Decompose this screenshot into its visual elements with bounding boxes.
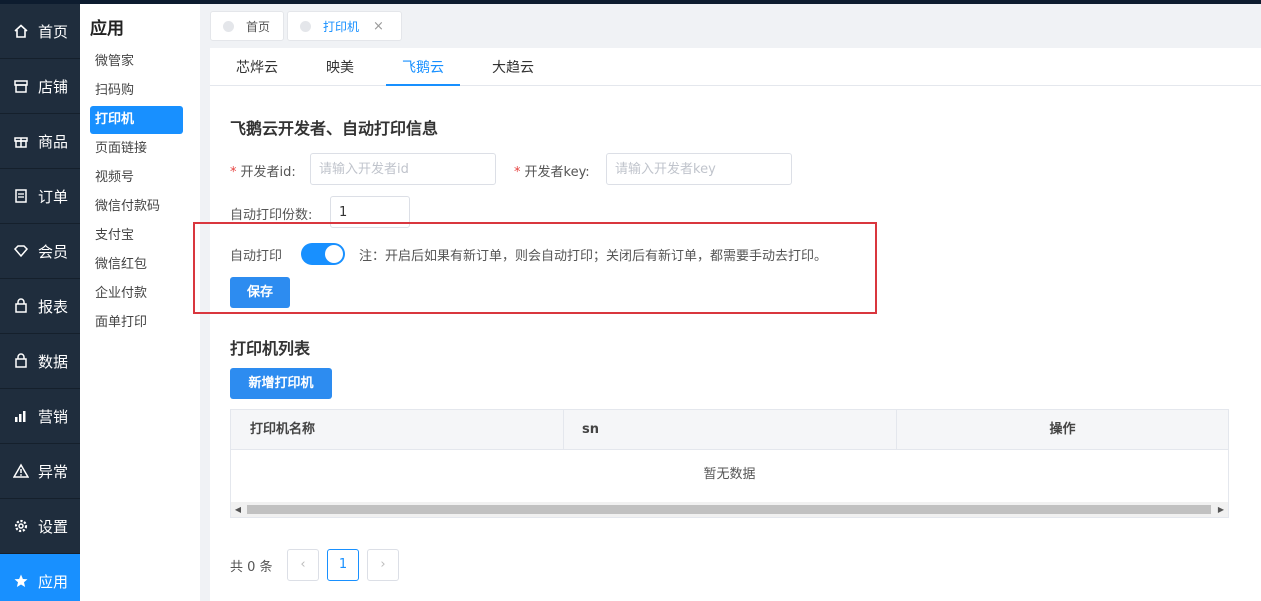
form-title: 飞鹅云开发者、自动打印信息 [230, 119, 439, 138]
page-tab-label: 打印机 [323, 19, 360, 34]
diamond-icon [12, 242, 30, 260]
copies-label: 自动打印份数: [230, 208, 313, 223]
col-actions: 操作 [1049, 422, 1076, 437]
nav-label: 店铺 [38, 77, 69, 96]
page-tab-label: 首页 [246, 19, 271, 34]
scrollbar-thumb[interactable] [247, 505, 1211, 514]
lock-bag-icon [12, 352, 30, 370]
nav-item-exception[interactable]: 异常 [0, 444, 80, 499]
page-1-button[interactable]: 1 [327, 549, 359, 581]
add-printer-button[interactable]: 新增打印机 [230, 368, 332, 399]
horizontal-scrollbar[interactable]: ◀ ▶ [231, 502, 1228, 517]
nav-item-report[interactable]: 报表 [0, 279, 80, 334]
nav-item-home[interactable]: 首页 [0, 4, 80, 59]
tab-yingmei[interactable]: 映美 [310, 48, 370, 86]
nav-item-member[interactable]: 会员 [0, 224, 80, 279]
page-tab-home[interactable]: 首页 [210, 11, 284, 41]
nav-item-order[interactable]: 订单 [0, 169, 80, 224]
tab-xinye[interactable]: 芯烨云 [224, 48, 290, 86]
subnav-item-active[interactable]: 打印机 [90, 106, 183, 134]
required-mark: * [514, 165, 521, 180]
store-icon [12, 77, 30, 95]
required-mark: * [230, 165, 237, 180]
nav-label: 设置 [38, 517, 69, 536]
nav-item-goods[interactable]: 商品 [0, 114, 80, 169]
nav-label: 首页 [38, 22, 69, 41]
gear-icon [12, 517, 30, 535]
prev-page-button[interactable]: ‹ [287, 549, 319, 581]
nav-label: 异常 [38, 462, 69, 481]
subnav-item[interactable]: 企业付款 [90, 280, 183, 308]
dev-id-label: * 开发者id: [230, 161, 296, 180]
main-nav: 首页 店铺 商品 订单 会员 报表 数据 营销 异常 设置 应用 [0, 4, 80, 601]
subnav-item[interactable]: 支付宝 [90, 222, 183, 250]
order-icon [12, 187, 30, 205]
printer-list-title: 打印机列表 [230, 339, 311, 358]
nav-item-marketing[interactable]: 营销 [0, 389, 80, 444]
page-tab-printer[interactable]: 打印机 × [287, 11, 402, 41]
subnav-item[interactable]: 页面链接 [90, 135, 183, 163]
subnav-item[interactable]: 微信红包 [90, 251, 183, 279]
pager-total: 共 0 条 [230, 560, 273, 575]
bar-chart-icon [12, 407, 30, 425]
dev-id-input[interactable] [310, 153, 496, 185]
nav-label: 订单 [38, 187, 69, 206]
col-printer-name: 打印机名称 [231, 410, 564, 450]
nav-label: 应用 [38, 572, 69, 591]
scroll-left-icon[interactable]: ◀ [231, 502, 245, 517]
table-header: 打印机名称 sn 操作 [231, 410, 1228, 450]
page-tabs-bar: 首页 打印机 × [200, 4, 1261, 48]
tab-feie[interactable]: 飞鹅云 [386, 48, 460, 86]
next-page-button[interactable]: › [367, 549, 399, 581]
nav-item-apps[interactable]: 应用 [0, 554, 80, 601]
subnav-item[interactable]: 微信付款码 [90, 193, 183, 221]
close-icon[interactable]: × [373, 19, 384, 34]
scroll-right-icon[interactable]: ▶ [1214, 502, 1228, 517]
nav-label: 营销 [38, 407, 69, 426]
empty-text: 暂无数据 [703, 467, 756, 482]
sub-nav: 应用 微管家 扫码购 打印机 页面链接 视频号 微信付款码 支付宝 微信红包 企… [80, 4, 200, 601]
nav-item-data[interactable]: 数据 [0, 334, 80, 389]
nav-label: 数据 [38, 352, 69, 371]
gift-icon [12, 132, 30, 150]
subnav-item[interactable]: 扫码购 [90, 77, 183, 105]
nav-item-store[interactable]: 店铺 [0, 59, 80, 114]
subnav-item[interactable]: 视频号 [90, 164, 183, 192]
subnav-item[interactable]: 微管家 [90, 48, 183, 76]
nav-item-settings[interactable]: 设置 [0, 499, 80, 554]
col-sn: sn [564, 410, 897, 450]
lock-bag-icon [12, 297, 30, 315]
dev-id-label-text: 开发者id: [240, 165, 296, 180]
nav-label: 报表 [38, 297, 69, 316]
nav-label: 商品 [38, 132, 69, 151]
highlight-box [193, 222, 877, 314]
warning-icon [12, 462, 30, 480]
tab-dot-icon [223, 20, 234, 32]
dev-key-label-text: 开发者key: [524, 165, 590, 180]
printer-table: 打印机名称 sn 操作 暂无数据 ◀ ▶ [230, 409, 1229, 518]
dev-key-input[interactable] [606, 153, 792, 185]
star-icon [12, 572, 30, 590]
dev-key-label: * 开发者key: [514, 161, 590, 180]
nav-label: 会员 [38, 242, 69, 261]
home-icon [12, 22, 30, 40]
provider-tabs: 芯烨云 映美 飞鹅云 大趋云 [210, 48, 1261, 86]
tab-daqu[interactable]: 大趋云 [480, 48, 546, 86]
tab-dot-icon [300, 20, 311, 32]
subnav-item[interactable]: 面单打印 [90, 309, 183, 337]
subnav-title: 应用 [90, 19, 124, 39]
